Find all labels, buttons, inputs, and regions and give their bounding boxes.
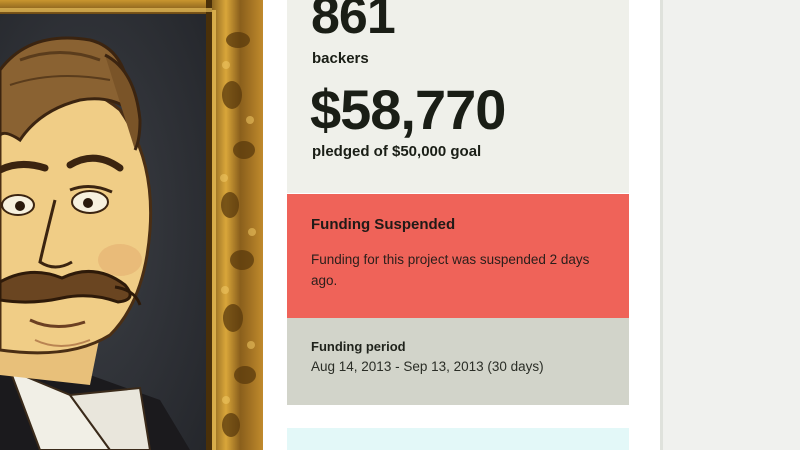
funding-period-title: Funding period <box>311 339 406 354</box>
backers-count: 861 <box>311 0 396 45</box>
project-stats-column: 861 backers $58,770 pledged of $50,000 g… <box>263 0 660 450</box>
stats-card: 861 backers $58,770 pledged of $50,000 g… <box>287 0 629 193</box>
suspended-title: Funding Suspended <box>311 216 456 233</box>
project-video-thumbnail[interactable] <box>0 0 263 450</box>
portrait-illustration <box>0 0 263 450</box>
pledged-goal-label: pledged of $50,000 goal <box>312 143 482 160</box>
suspended-message: Funding for this project was suspended 2… <box>311 252 590 288</box>
right-panel <box>663 0 800 450</box>
funding-period-dates: Aug 14, 2013 - Sep 13, 2013 (30 days) <box>311 359 544 374</box>
funding-suspended-notice: Funding Suspended Funding for this proje… <box>287 194 629 318</box>
next-card <box>287 428 629 450</box>
funding-period-box: Funding period Aug 14, 2013 - Sep 13, 20… <box>287 318 629 405</box>
backers-label: backers <box>312 50 369 67</box>
pledged-amount: $58,770 <box>310 78 506 141</box>
